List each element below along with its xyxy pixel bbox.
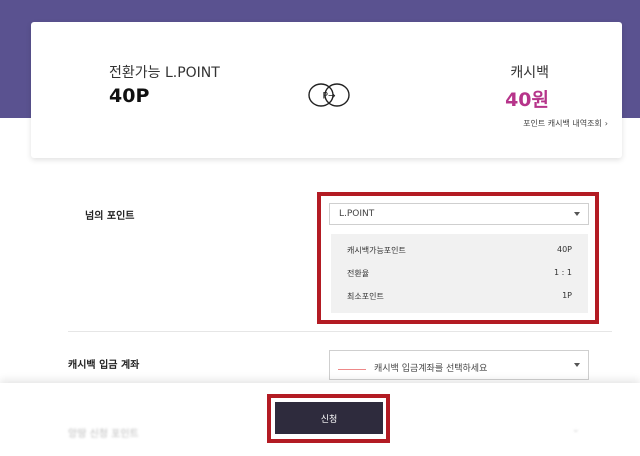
point-type-select[interactable]: L.POINT [329, 203, 589, 225]
info-key: 전환율 [347, 269, 370, 278]
chevron-down-icon [574, 363, 580, 367]
point-to-cash-icon: P→ [308, 83, 350, 107]
point-type-select-value: L.POINT [339, 209, 375, 219]
account-section-label: 캐시백 입금 계좌 [68, 360, 140, 371]
chevron-down-icon: ⌄ [572, 425, 580, 435]
bank-logo-icon [338, 359, 366, 370]
chevron-right-icon: › [604, 119, 608, 128]
convertible-points-value: 40P [109, 85, 150, 107]
swap-icon-text: P→ [323, 92, 336, 102]
apply-button[interactable]: 신청 [275, 402, 383, 434]
info-value: 40P [556, 245, 572, 254]
cashback-history-link[interactable]: 포인트 캐시백 내역조회 › [523, 118, 608, 129]
info-value: 1P [562, 291, 572, 300]
conversion-summary-card: 전환가능 L.POINT 40P P→ 캐시백 40원 포인트 캐시백 내역조회… [31, 22, 622, 158]
faded-section-label: 앙땅 신청 포인트 [68, 429, 139, 440]
info-key: 최소포인트 [347, 292, 384, 301]
account-select[interactable]: 캐시백 입금계좌를 선택하세요 [329, 350, 589, 380]
cashback-history-link-label: 포인트 캐시백 내역조회 [523, 119, 602, 128]
chevron-down-icon [574, 212, 580, 216]
point-section-label: 넘의 포인트 [85, 211, 135, 222]
cashback-value: 40원 [505, 89, 549, 111]
info-key: 캐시백가능포인트 [347, 246, 406, 255]
point-info-panel: 캐시백가능포인트 40P 전환율 1 : 1 최소포인트 1P [331, 234, 588, 313]
info-value: 1 : 1 [554, 268, 572, 277]
account-select-placeholder: 캐시백 입금계좌를 선택하세요 [374, 364, 488, 374]
cashback-label: 캐시백 [510, 65, 549, 81]
section-divider [68, 331, 612, 332]
convertible-points-label: 전환가능 L.POINT [109, 65, 220, 81]
